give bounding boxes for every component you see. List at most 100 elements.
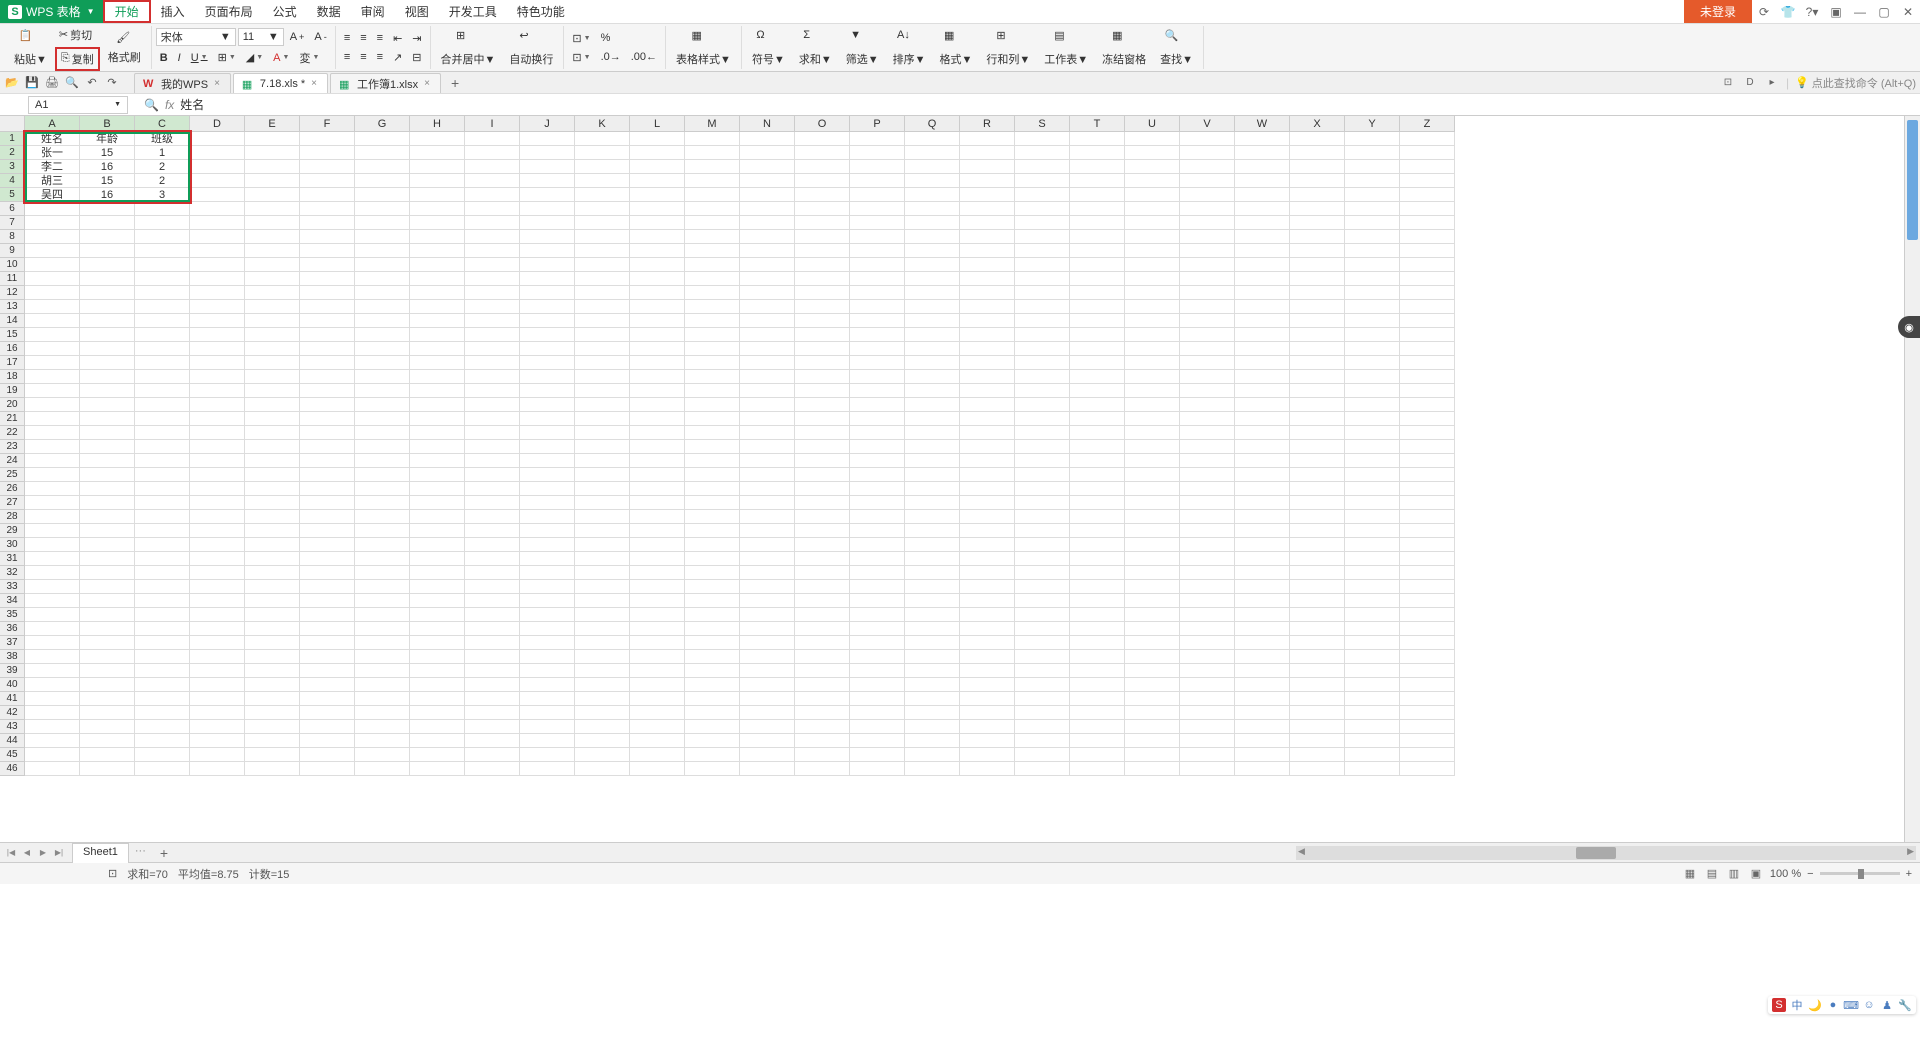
cell[interactable] (465, 328, 520, 342)
cell[interactable] (190, 426, 245, 440)
cell[interactable] (1070, 272, 1125, 286)
cell[interactable] (685, 426, 740, 440)
cell[interactable] (245, 748, 300, 762)
cell[interactable] (135, 622, 190, 636)
cell[interactable] (25, 440, 80, 454)
cell[interactable] (905, 510, 960, 524)
cell[interactable] (1180, 678, 1235, 692)
cell[interactable] (1180, 146, 1235, 160)
cell[interactable] (630, 762, 685, 776)
cell[interactable] (135, 650, 190, 664)
cell[interactable] (850, 524, 905, 538)
cell[interactable] (630, 188, 685, 202)
cell[interactable] (905, 496, 960, 510)
cell[interactable] (685, 538, 740, 552)
cell[interactable] (795, 146, 850, 160)
vertical-scrollbar[interactable] (1904, 116, 1920, 842)
cell[interactable] (960, 748, 1015, 762)
cell[interactable] (300, 188, 355, 202)
add-tab-button[interactable]: + (443, 73, 467, 93)
cell[interactable] (135, 748, 190, 762)
cell[interactable] (1070, 510, 1125, 524)
cell[interactable] (135, 664, 190, 678)
cell[interactable] (1345, 398, 1400, 412)
cell[interactable] (1345, 202, 1400, 216)
cell[interactable] (410, 664, 465, 678)
cell[interactable] (795, 706, 850, 720)
cell[interactable] (465, 594, 520, 608)
cell[interactable] (630, 748, 685, 762)
cell[interactable] (1290, 412, 1345, 426)
cell[interactable] (795, 692, 850, 706)
cell[interactable] (795, 216, 850, 230)
cell[interactable] (80, 538, 135, 552)
cell[interactable] (850, 664, 905, 678)
cell[interactable] (795, 328, 850, 342)
cell[interactable] (960, 146, 1015, 160)
cell[interactable] (740, 384, 795, 398)
cell[interactable] (905, 594, 960, 608)
cell[interactable] (905, 692, 960, 706)
cell[interactable] (1290, 734, 1345, 748)
cell[interactable] (135, 482, 190, 496)
cell[interactable] (1400, 468, 1455, 482)
cell[interactable] (300, 272, 355, 286)
select-icon[interactable]: ▸ (1764, 75, 1780, 91)
cell[interactable] (25, 706, 80, 720)
cell[interactable] (245, 202, 300, 216)
cell[interactable] (905, 440, 960, 454)
cell[interactable] (850, 650, 905, 664)
cell[interactable] (740, 370, 795, 384)
cell[interactable] (960, 258, 1015, 272)
cell[interactable] (1235, 188, 1290, 202)
cell[interactable] (1015, 132, 1070, 146)
cell[interactable] (960, 538, 1015, 552)
cell[interactable] (1345, 412, 1400, 426)
row-header[interactable]: 42 (0, 706, 25, 720)
cell[interactable] (300, 748, 355, 762)
row-header[interactable]: 32 (0, 566, 25, 580)
col-header[interactable]: Q (905, 116, 960, 132)
cell[interactable] (245, 762, 300, 776)
cell[interactable] (80, 244, 135, 258)
cell[interactable] (300, 510, 355, 524)
cell[interactable] (575, 594, 630, 608)
cell[interactable] (245, 510, 300, 524)
cell[interactable] (1070, 580, 1125, 594)
cell[interactable] (905, 132, 960, 146)
cell[interactable] (1070, 748, 1125, 762)
cell[interactable] (355, 132, 410, 146)
cell[interactable] (520, 552, 575, 566)
cell[interactable] (850, 300, 905, 314)
cell[interactable] (1125, 230, 1180, 244)
cell[interactable] (685, 370, 740, 384)
cell[interactable] (905, 188, 960, 202)
cell[interactable] (355, 524, 410, 538)
cell[interactable] (1070, 482, 1125, 496)
cell[interactable] (245, 482, 300, 496)
cell[interactable] (300, 622, 355, 636)
sum-button[interactable]: Σ求和▼ (793, 27, 838, 69)
cell[interactable] (135, 608, 190, 622)
cell[interactable] (520, 482, 575, 496)
cell[interactable] (630, 342, 685, 356)
cell[interactable] (355, 580, 410, 594)
cell[interactable] (1180, 622, 1235, 636)
cell[interactable] (1400, 762, 1455, 776)
cell[interactable] (355, 454, 410, 468)
cell[interactable] (1125, 468, 1180, 482)
cell[interactable] (520, 664, 575, 678)
cell[interactable] (630, 230, 685, 244)
cell[interactable] (190, 524, 245, 538)
cell[interactable] (740, 440, 795, 454)
cell[interactable] (1235, 762, 1290, 776)
cell[interactable] (795, 440, 850, 454)
close-icon[interactable]: ✕ (1896, 0, 1920, 24)
cell[interactable] (1290, 216, 1345, 230)
row-header[interactable]: 13 (0, 300, 25, 314)
cell[interactable] (1180, 552, 1235, 566)
cell[interactable] (190, 188, 245, 202)
cell[interactable] (1070, 384, 1125, 398)
cell[interactable] (1290, 650, 1345, 664)
cell[interactable] (245, 384, 300, 398)
